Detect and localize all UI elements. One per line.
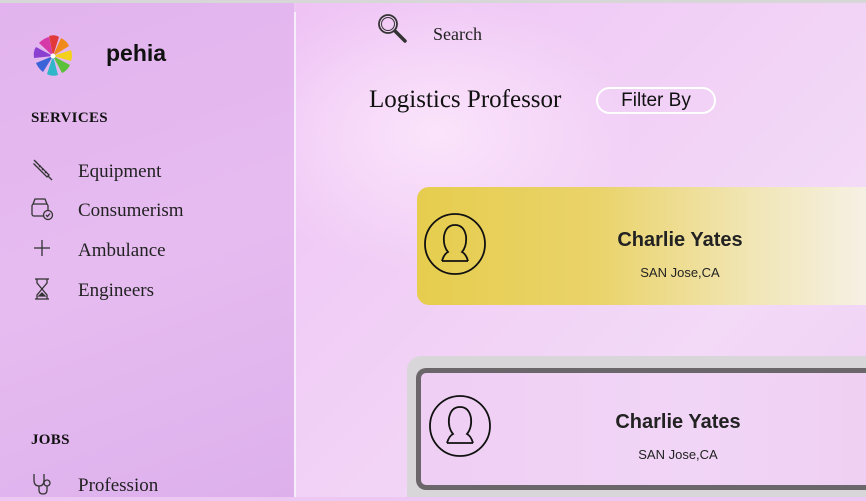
card-name: Charlie Yates bbox=[617, 229, 743, 251]
avatar-icon bbox=[428, 394, 492, 458]
stethoscope-icon bbox=[30, 472, 54, 496]
card-name: Charlie Yates bbox=[615, 411, 741, 433]
sidebar-item-consumerism[interactable]: Consumerism bbox=[30, 197, 270, 223]
search-icon bbox=[376, 12, 410, 44]
page-title: Logistics Professor bbox=[369, 86, 562, 113]
brand-name[interactable]: pehia bbox=[106, 40, 166, 67]
sidebar-item-label: Ambulance bbox=[78, 240, 166, 261]
plus-icon bbox=[30, 237, 54, 261]
syringe-icon bbox=[30, 158, 54, 182]
profile-card[interactable]: Charlie Yates SAN Jose,CA bbox=[417, 187, 866, 305]
cart-check-icon bbox=[30, 197, 54, 221]
sidebar-item-ambulance[interactable]: Ambulance bbox=[30, 237, 270, 263]
sidebar-item-label: Profession bbox=[78, 475, 159, 496]
sidebar-item-engineers[interactable]: Engineers bbox=[30, 277, 270, 303]
sidebar-item-label: Equipment bbox=[78, 161, 162, 182]
card-location: SAN Jose,CA bbox=[638, 447, 718, 462]
filter-by-button[interactable]: Filter By bbox=[596, 87, 716, 114]
sidebar-item-profession[interactable]: Profession bbox=[30, 472, 270, 498]
sidebar-item-equipment[interactable]: Equipment bbox=[30, 158, 270, 184]
sidebar-item-label: Engineers bbox=[78, 280, 154, 301]
search-label: Search bbox=[433, 24, 482, 44]
avatar-icon bbox=[423, 212, 487, 276]
profile-card[interactable]: Charlie Yates SAN Jose,CA bbox=[416, 368, 866, 490]
hourglass-icon bbox=[30, 277, 54, 301]
brand-logo[interactable] bbox=[28, 32, 78, 80]
jobs-heading: JOBS bbox=[31, 432, 70, 448]
card-location: SAN Jose,CA bbox=[640, 265, 720, 280]
sidebar-item-label: Consumerism bbox=[78, 200, 184, 221]
services-heading: SERVICES bbox=[31, 110, 108, 126]
search-bar[interactable]: Search bbox=[376, 12, 536, 48]
